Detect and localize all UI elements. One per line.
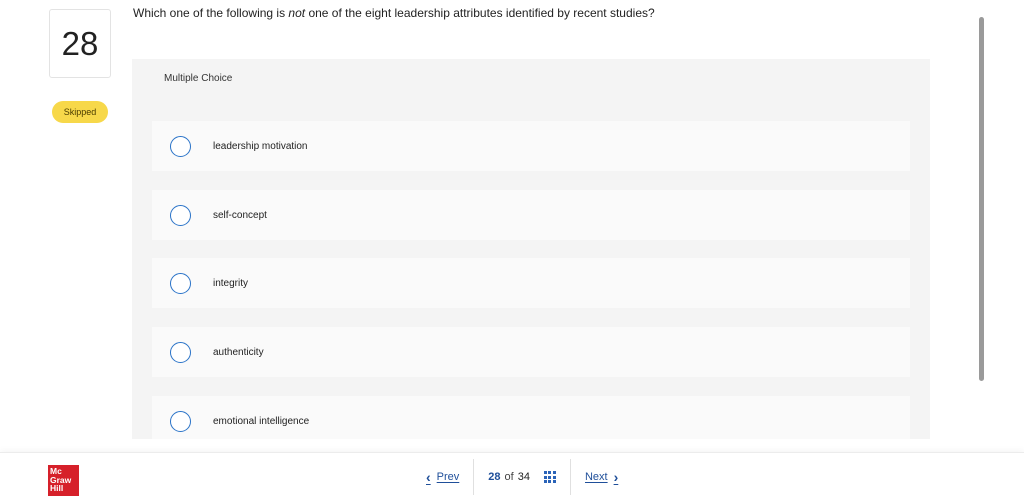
mcgraw-hill-logo: Mc Graw Hill [48,465,79,496]
answer-option-label: emotional intelligence [213,415,310,427]
prev-button[interactable]: ‹ Prev [412,459,473,495]
question-text-emphasis: not [288,6,306,20]
status-badge: Skipped [52,101,108,123]
answer-option[interactable]: emotional intelligence [152,396,910,439]
answer-option-label: authenticity [213,346,264,358]
multiple-choice-panel: Multiple Choice leadership motivation se… [132,59,930,439]
footer-bar: Mc Graw Hill ‹ Prev 28 of 34 Next › [0,452,1024,498]
chevron-right-icon: › [613,469,619,485]
current-page: 28 [488,471,501,483]
radio-empty-icon[interactable] [170,341,191,363]
answer-option[interactable]: leadership motivation [152,121,910,171]
chevron-left-icon: ‹ [426,469,431,485]
prev-label: Prev [436,471,460,483]
question-text-start: Which one of the following is [133,6,289,20]
answer-option-label: self-concept [213,209,267,221]
logo-line: Hill [50,483,64,493]
assignment-page: 28 Skipped Which one of the following is… [0,0,1024,498]
question-text-end: one of the eight leadership attributes i… [305,6,655,20]
radio-empty-icon[interactable] [170,410,191,432]
pagination: ‹ Prev 28 of 34 Next › [412,459,632,495]
scrollbar-thumb[interactable] [979,17,984,381]
radio-empty-icon[interactable] [170,135,191,157]
question-type-label: Multiple Choice [164,72,233,84]
radio-empty-icon[interactable] [170,204,191,226]
grid-icon [543,471,556,483]
answer-option[interactable]: integrity [152,258,910,308]
page-of-label: of [504,471,514,483]
question-text: Which one of the following is not one of… [133,6,655,20]
answer-option-label: integrity [213,277,249,289]
answer-option[interactable]: self-concept [152,190,910,240]
radio-empty-icon[interactable] [170,272,191,294]
question-number: 28 [49,9,111,78]
total-pages: 34 [517,471,530,483]
question-map-button[interactable]: 28 of 34 [474,459,570,495]
next-label: Next [584,471,608,483]
next-button[interactable]: Next › [571,459,632,495]
answer-option[interactable]: authenticity [152,327,910,377]
answer-option-label: leadership motivation [213,140,308,152]
